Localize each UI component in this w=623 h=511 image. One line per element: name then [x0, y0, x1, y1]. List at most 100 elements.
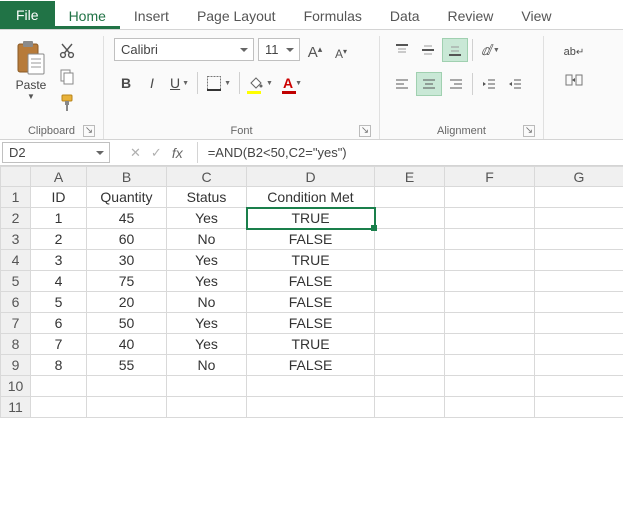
cell-B6[interactable]: 20 [87, 292, 167, 313]
cell-A6[interactable]: 5 [31, 292, 87, 313]
cell-C2[interactable]: Yes [167, 208, 247, 229]
format-painter-button[interactable] [56, 92, 78, 114]
underline-button[interactable]: U▼ [166, 71, 193, 95]
font-name-select[interactable]: Calibri [114, 38, 254, 61]
col-header-C[interactable]: C [167, 167, 247, 187]
cell-D5[interactable]: FALSE [247, 271, 375, 292]
cell-E3[interactable] [375, 229, 445, 250]
cell-G8[interactable] [535, 334, 623, 355]
row-header[interactable]: 2 [1, 208, 31, 229]
tab-review[interactable]: Review [434, 2, 508, 29]
cell-A1[interactable]: ID [31, 187, 87, 208]
cell-G2[interactable] [535, 208, 623, 229]
cell-B1[interactable]: Quantity [87, 187, 167, 208]
tab-home[interactable]: Home [55, 2, 120, 29]
cell-C9[interactable]: No [167, 355, 247, 376]
tab-view[interactable]: View [507, 2, 565, 29]
cell-C10[interactable] [167, 376, 247, 397]
font-color-button[interactable]: A ▼ [279, 71, 306, 95]
cell-B3[interactable]: 60 [87, 229, 167, 250]
clipboard-dialog-launcher[interactable]: ↘ [83, 125, 95, 137]
cell-A8[interactable]: 7 [31, 334, 87, 355]
row-header[interactable]: 1 [1, 187, 31, 208]
decrease-font-button[interactable]: A▾ [330, 39, 352, 61]
align-bottom-button[interactable] [442, 38, 468, 62]
increase-font-button[interactable]: A▴ [304, 39, 326, 61]
cell-E10[interactable] [375, 376, 445, 397]
align-left-button[interactable] [390, 72, 414, 96]
alignment-dialog-launcher[interactable]: ↘ [523, 125, 535, 137]
cell-B4[interactable]: 30 [87, 250, 167, 271]
cell-E2[interactable] [375, 208, 445, 229]
cell-D6[interactable]: FALSE [247, 292, 375, 313]
cell-C8[interactable]: Yes [167, 334, 247, 355]
cell-D2[interactable]: TRUE [247, 208, 375, 229]
cell-B7[interactable]: 50 [87, 313, 167, 334]
cell-B11[interactable] [87, 397, 167, 418]
cell-A10[interactable] [31, 376, 87, 397]
cell-E5[interactable] [375, 271, 445, 292]
cell-A4[interactable]: 3 [31, 250, 87, 271]
cell-D11[interactable] [247, 397, 375, 418]
row-header[interactable]: 6 [1, 292, 31, 313]
cell-C7[interactable]: Yes [167, 313, 247, 334]
cell-E11[interactable] [375, 397, 445, 418]
italic-button[interactable]: I [140, 71, 164, 95]
fill-color-button[interactable]: ▼ [244, 71, 277, 95]
paste-button[interactable]: Paste ▼ [10, 38, 52, 103]
cell-D1[interactable]: Condition Met [247, 187, 375, 208]
cell-A9[interactable]: 8 [31, 355, 87, 376]
cell-G10[interactable] [535, 376, 623, 397]
tab-insert[interactable]: Insert [120, 2, 183, 29]
cell-F5[interactable] [445, 271, 535, 292]
decrease-indent-button[interactable] [477, 72, 501, 96]
cell-E7[interactable] [375, 313, 445, 334]
cell-F10[interactable] [445, 376, 535, 397]
cell-G5[interactable] [535, 271, 623, 292]
cell-F6[interactable] [445, 292, 535, 313]
cell-D10[interactable] [247, 376, 375, 397]
row-header[interactable]: 11 [1, 397, 31, 418]
row-header[interactable]: 3 [1, 229, 31, 250]
cell-G9[interactable] [535, 355, 623, 376]
cell-D4[interactable]: TRUE [247, 250, 375, 271]
tab-formulas[interactable]: Formulas [290, 2, 376, 29]
name-box[interactable]: D2 [2, 142, 110, 163]
wrap-text-button[interactable]: ab↵ [554, 38, 594, 62]
tab-data[interactable]: Data [376, 2, 434, 29]
border-button[interactable]: ▼ [202, 71, 235, 95]
cell-F2[interactable] [445, 208, 535, 229]
cut-button[interactable] [56, 40, 78, 62]
select-all-corner[interactable] [1, 167, 31, 187]
cell-E8[interactable] [375, 334, 445, 355]
cell-F3[interactable] [445, 229, 535, 250]
cell-B10[interactable] [87, 376, 167, 397]
cell-E1[interactable] [375, 187, 445, 208]
cell-E9[interactable] [375, 355, 445, 376]
formula-bar[interactable]: =AND(B2<50,C2="yes") [197, 142, 623, 163]
col-header-D[interactable]: D [247, 167, 375, 187]
align-top-button[interactable] [390, 38, 414, 62]
row-header[interactable]: 9 [1, 355, 31, 376]
cell-D9[interactable]: FALSE [247, 355, 375, 376]
enter-formula-button[interactable]: ✓ [151, 145, 162, 161]
cell-C6[interactable]: No [167, 292, 247, 313]
cancel-formula-button[interactable]: ✕ [130, 145, 141, 161]
cell-D8[interactable]: TRUE [247, 334, 375, 355]
cell-F7[interactable] [445, 313, 535, 334]
cell-G11[interactable] [535, 397, 623, 418]
cell-C5[interactable]: Yes [167, 271, 247, 292]
cell-F8[interactable] [445, 334, 535, 355]
tab-page-layout[interactable]: Page Layout [183, 2, 290, 29]
align-center-button[interactable] [416, 72, 442, 96]
cell-A2[interactable]: 1 [31, 208, 87, 229]
cell-A11[interactable] [31, 397, 87, 418]
orientation-button[interactable]: ⅆ▼ [477, 38, 504, 62]
cell-F9[interactable] [445, 355, 535, 376]
cell-F11[interactable] [445, 397, 535, 418]
cell-F1[interactable] [445, 187, 535, 208]
cell-C4[interactable]: Yes [167, 250, 247, 271]
bold-button[interactable]: B [114, 71, 138, 95]
cell-C1[interactable]: Status [167, 187, 247, 208]
cell-B5[interactable]: 75 [87, 271, 167, 292]
